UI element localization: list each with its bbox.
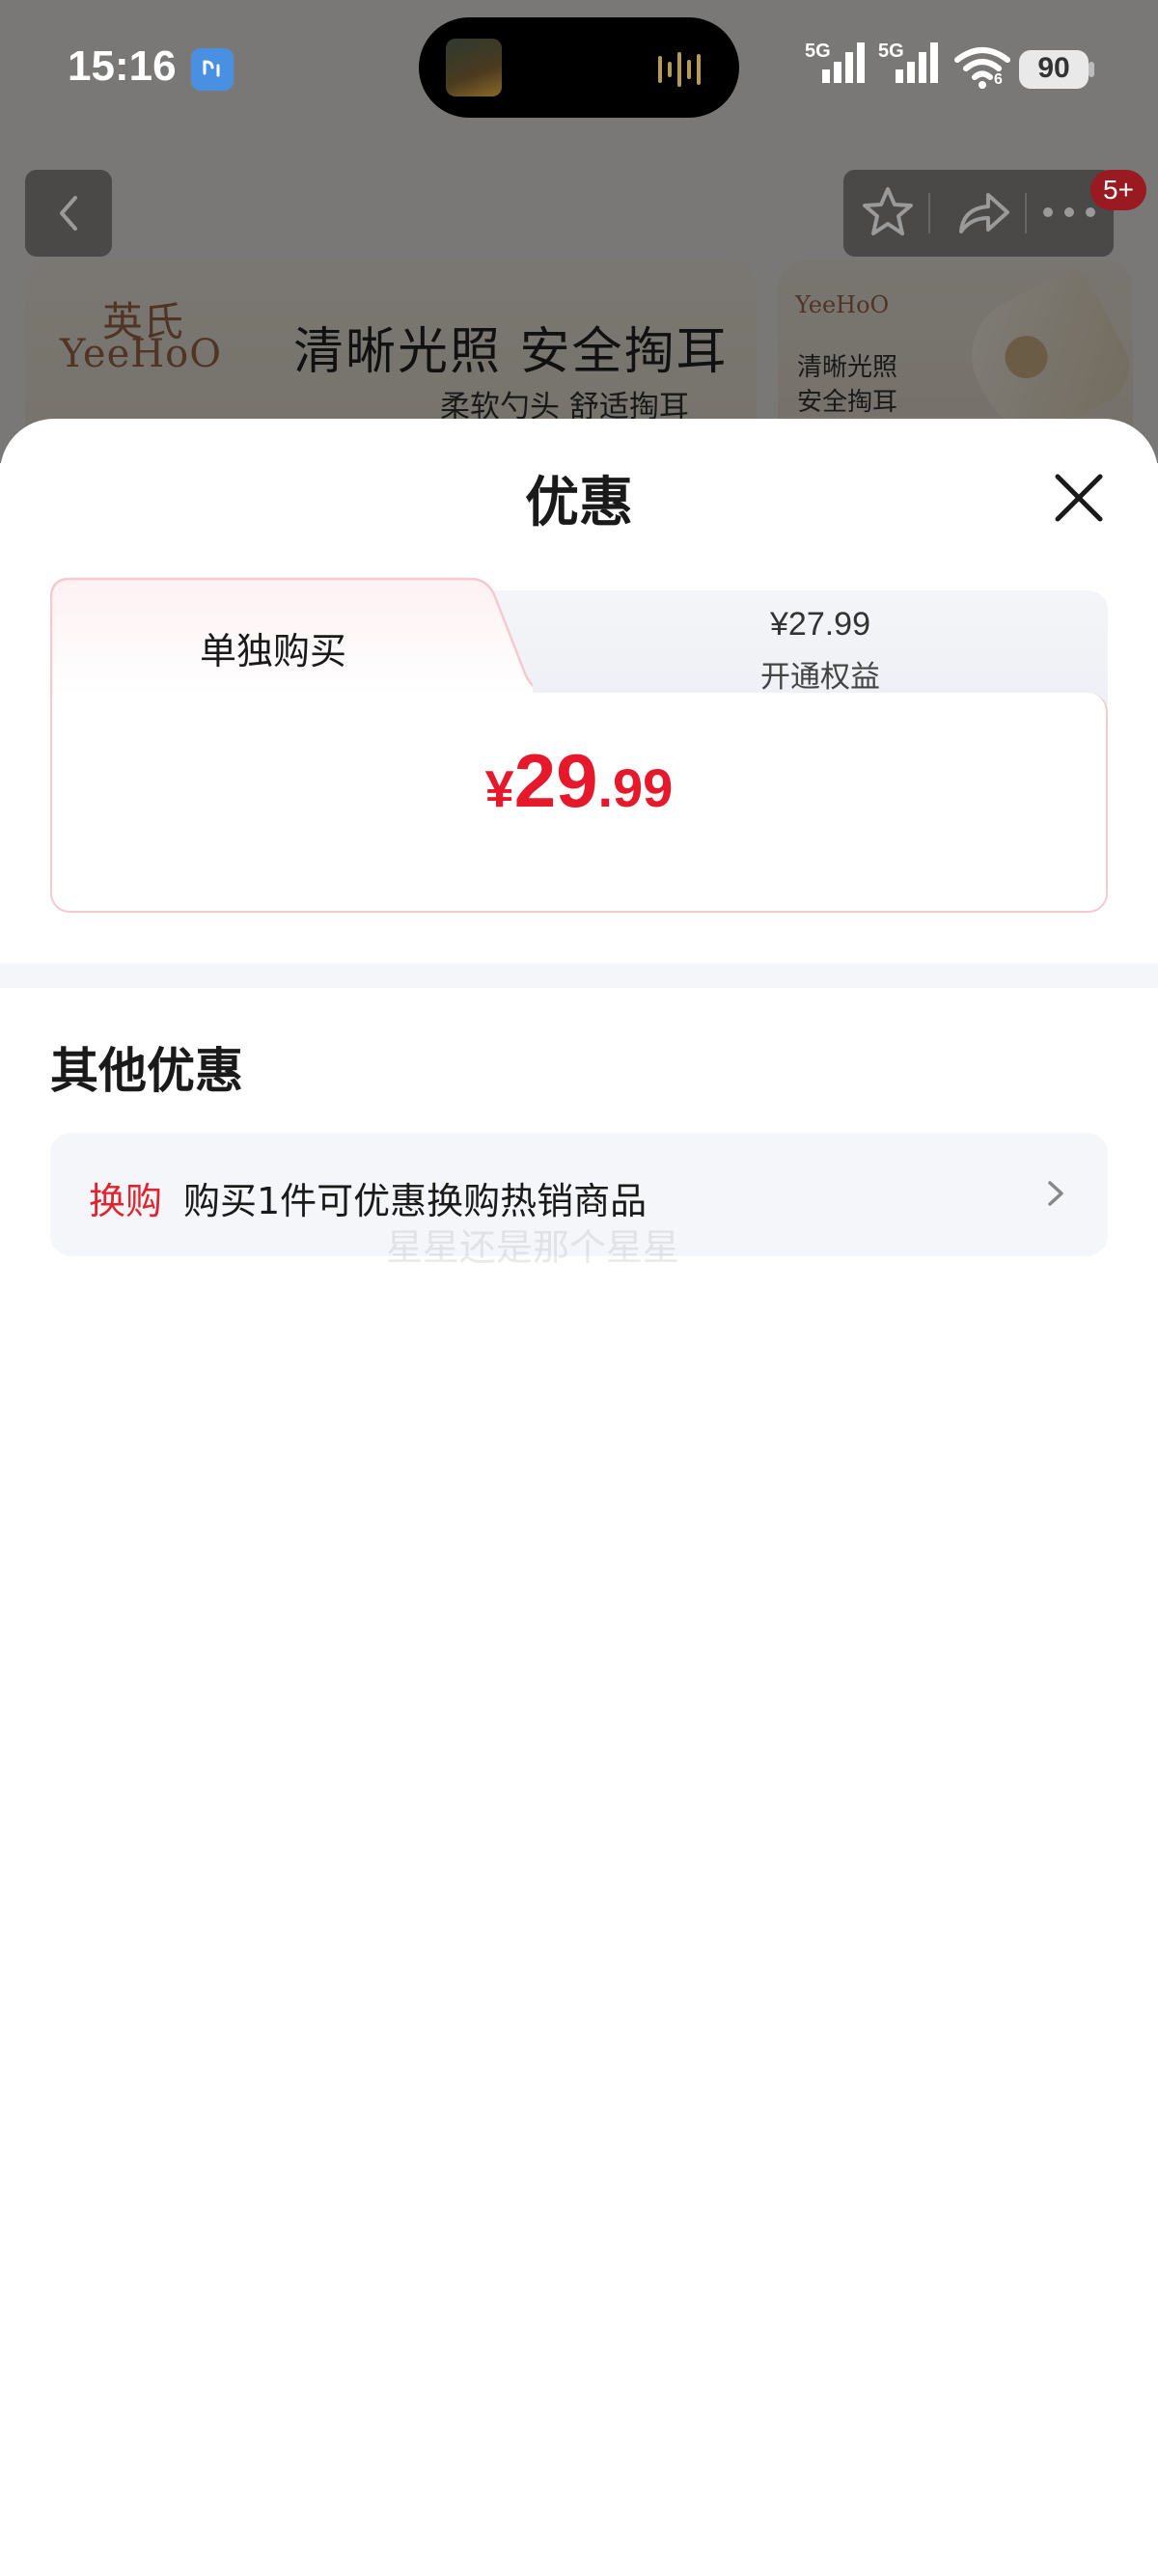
battery-nub [1089, 62, 1094, 77]
app-notification-icon [191, 48, 234, 91]
signal-2-icon [896, 42, 938, 83]
status-time: 15:16 [68, 42, 177, 90]
back-button[interactable] [25, 170, 112, 257]
price-integer: 29 [513, 738, 598, 823]
promo-tag: 换购 [89, 1180, 163, 1222]
chevron-right-icon [1048, 1181, 1063, 1206]
nav-divider [928, 193, 930, 233]
tab-membership-price: ¥27.99 [770, 606, 870, 643]
media-artwork [446, 39, 502, 96]
tab-single-purchase-label: 单独购买 [199, 630, 346, 672]
notification-badge: 5+ [1090, 170, 1146, 210]
watermark: 星星还是那个星星 [386, 1226, 680, 1269]
audio-wave-icon [658, 52, 701, 87]
battery-level: 90 [1037, 52, 1070, 84]
wifi-icon [954, 47, 1010, 89]
other-discounts-title: 其他优惠 [50, 1043, 243, 1099]
status-bar: 15:16 5G 5G 6 90 [0, 0, 1158, 145]
star-icon[interactable] [859, 183, 917, 241]
price-currency: ¥ [484, 760, 514, 818]
signal-1-icon [822, 42, 865, 83]
nav-divider [1025, 193, 1027, 233]
price-decimal: .99 [597, 757, 674, 818]
dynamic-island[interactable] [419, 17, 739, 118]
share-icon[interactable] [953, 183, 1013, 241]
promo-text: 购买1件可优惠换购热销商品 [183, 1180, 648, 1222]
tab-membership-label: 开通权益 [760, 660, 880, 695]
section-divider [0, 963, 1158, 988]
more-icon[interactable] [1040, 199, 1098, 228]
wifi-sub-label: 6 [994, 71, 1003, 88]
chevron-left-icon [60, 196, 77, 231]
close-icon[interactable] [1048, 467, 1110, 529]
price-value: ¥29.99 [0, 737, 1158, 825]
sheet-title: 优惠 [525, 472, 633, 534]
